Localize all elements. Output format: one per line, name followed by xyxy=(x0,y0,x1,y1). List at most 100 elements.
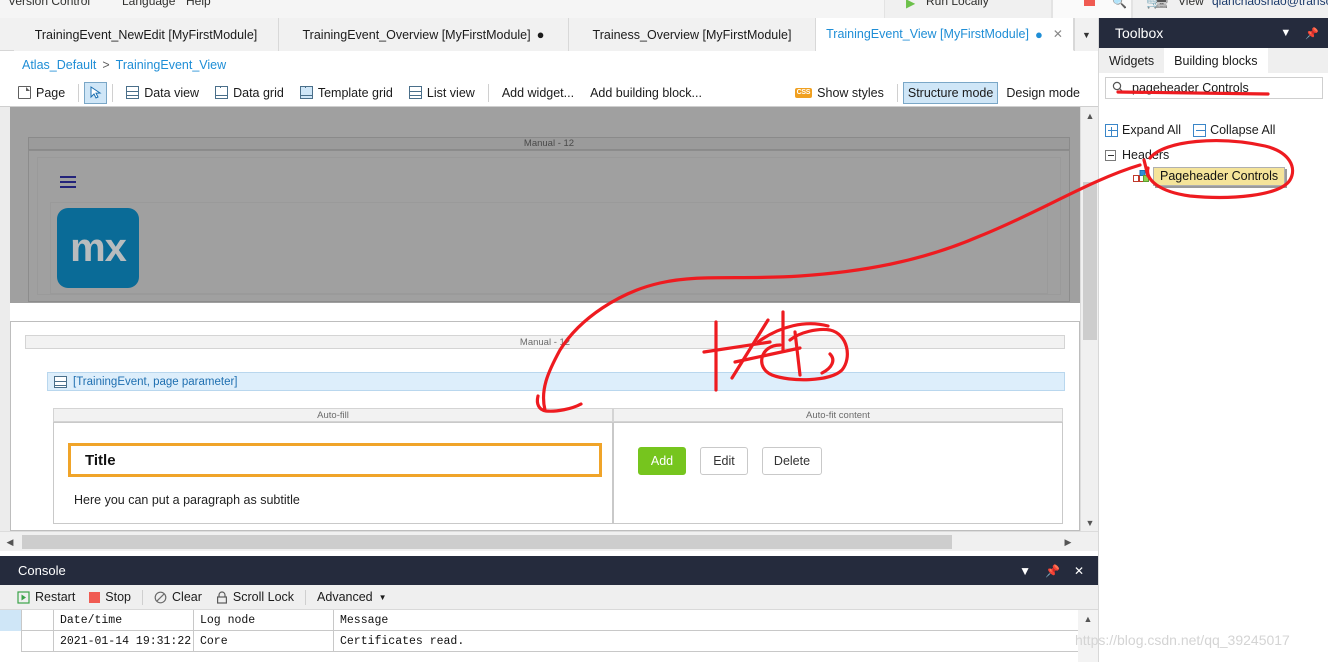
watermark: https://blog.csdn.net/qq_39245017 xyxy=(1075,632,1290,648)
collapse-toggle-icon[interactable] xyxy=(1105,150,1116,161)
canvas-vertical-scrollbar[interactable]: ▲ ▼ xyxy=(1080,107,1098,531)
add-button-label: Add xyxy=(651,454,673,468)
tab-label: TrainingEvent_NewEdit [MyFirstModule] xyxy=(35,28,258,42)
templategrid-icon xyxy=(300,86,313,99)
table-header-datetime: Date/time xyxy=(54,610,194,631)
search-input[interactable] xyxy=(1130,80,1310,96)
menu-version-control[interactable]: Version Control xyxy=(8,0,90,8)
structure-mode-button[interactable]: Structure mode xyxy=(903,82,998,104)
header-inner-container[interactable]: mx xyxy=(37,157,1061,295)
dataview-icon xyxy=(126,86,139,99)
page-button[interactable]: Page xyxy=(10,82,73,104)
pointer-tool-button[interactable] xyxy=(84,82,107,104)
close-icon[interactable]: ✕ xyxy=(1053,27,1063,41)
caret-down-icon: ▼ xyxy=(379,593,387,602)
subtitle-widget[interactable]: Here you can put a paragraph as subtitle xyxy=(74,493,300,507)
column-header-right-label: Auto-fit content xyxy=(806,410,870,421)
table-header-select xyxy=(0,610,22,631)
header-container[interactable]: mx xyxy=(28,150,1070,302)
tab-trainingevent-view[interactable]: TrainingEvent_View [MyFirstModule] ● ✕ xyxy=(816,18,1074,51)
row-select[interactable] xyxy=(0,631,22,652)
collapse-all-icon[interactable] xyxy=(1193,124,1206,137)
add-building-block-button[interactable]: Add building block... xyxy=(582,82,710,104)
scroll-up-icon[interactable]: ▲ xyxy=(1078,610,1098,627)
title-widget[interactable]: Title xyxy=(68,443,602,477)
console-log-table[interactable]: Date/time Log node Message 2021-01-14 19… xyxy=(0,610,1098,662)
row-message: Certificates read. xyxy=(334,631,1044,652)
stop-icon xyxy=(1084,0,1095,6)
logo-container[interactable]: mx xyxy=(50,202,1048,294)
page-canvas[interactable]: Manual - 12 mx Manual - 12 xyxy=(0,107,1080,531)
edit-button[interactable]: Edit xyxy=(700,447,748,475)
expand-all-label[interactable]: Expand All xyxy=(1122,123,1181,137)
search-icon[interactable]: 🔍 xyxy=(1112,0,1127,9)
pin-icon[interactable]: 📌 xyxy=(1305,27,1319,40)
tab-overflow-button[interactable]: ▼ xyxy=(1074,18,1098,51)
left-column-cell[interactable]: Title Here you can put a paragraph as su… xyxy=(53,422,613,524)
table-row[interactable]: 2021-01-14 19:31:22... Core Certificates… xyxy=(0,631,1098,652)
cart-icon[interactable]: 🛒 xyxy=(1146,0,1161,9)
tab-building-blocks[interactable]: Building blocks xyxy=(1164,48,1267,73)
main-menu-bar[interactable]: Version Control Language Help ▶ Run Loca… xyxy=(0,0,1328,18)
horizontal-scroll-thumb[interactable] xyxy=(22,535,952,549)
collapse-all-label[interactable]: Collapse All xyxy=(1210,123,1275,137)
tab-trainingevent-overview[interactable]: TrainingEvent_Overview [MyFirstModule] ● xyxy=(279,18,569,51)
toolbox-search-box[interactable] xyxy=(1105,77,1323,99)
add-button[interactable]: Add xyxy=(638,447,686,475)
right-column-cell[interactable]: Add Edit Delete xyxy=(613,422,1063,524)
layout-grid-label-text: Manual - 12 xyxy=(520,337,570,348)
divider xyxy=(305,590,306,605)
design-mode-button[interactable]: Design mode xyxy=(998,82,1088,104)
advanced-label: Advanced xyxy=(317,590,373,604)
tab-widgets-label: Widgets xyxy=(1109,54,1154,68)
divider xyxy=(78,84,79,102)
add-widget-button[interactable]: Add widget... xyxy=(494,82,582,104)
tree-item-pageheader-controls[interactable]: Pageheader Controls xyxy=(1133,167,1285,186)
breadcrumb-root[interactable]: Atlas_Default xyxy=(22,58,96,72)
divider xyxy=(897,84,898,102)
pin-icon[interactable]: 📌 xyxy=(1045,564,1060,578)
stop-button[interactable]: Stop xyxy=(82,590,138,604)
scroll-lock-button[interactable]: Scroll Lock xyxy=(209,590,301,604)
hamburger-icon[interactable] xyxy=(60,176,76,188)
mx-logo-text: mx xyxy=(70,226,126,271)
data-view-button[interactable]: Data view xyxy=(118,82,207,104)
account-label[interactable]: qianchaoshao@transcmicro xyxy=(1212,0,1328,8)
tab-trainess-overview[interactable]: Trainess_Overview [MyFirstModule] xyxy=(569,18,816,51)
toolbox-tabs: Widgets Building blocks xyxy=(1099,48,1328,73)
page-content-region[interactable]: Manual - 12 [TrainingEvent, page paramet… xyxy=(10,321,1080,531)
page-icon xyxy=(18,86,31,99)
scroll-down-icon[interactable]: ▼ xyxy=(1081,514,1099,531)
scroll-right-icon[interactable]: ▶ xyxy=(1058,532,1078,552)
css-icon: CSS xyxy=(795,88,813,98)
layout-grid-label-content: Manual - 12 xyxy=(25,335,1065,349)
show-styles-button[interactable]: CSS Show styles xyxy=(787,82,892,104)
menu-language[interactable]: Language xyxy=(122,0,175,8)
chevron-down-icon[interactable]: ▼ xyxy=(1280,27,1291,40)
restart-button[interactable]: Restart xyxy=(10,590,82,604)
list-view-button[interactable]: List view xyxy=(401,82,483,104)
tab-widgets[interactable]: Widgets xyxy=(1099,48,1164,73)
delete-button[interactable]: Delete xyxy=(762,447,822,475)
page-parameter-row[interactable]: [TrainingEvent, page parameter] xyxy=(47,372,1065,391)
clear-button[interactable]: Clear xyxy=(147,590,209,604)
canvas-horizontal-scrollbar[interactable]: ◀ ▶ xyxy=(0,531,1098,551)
page-header-region[interactable]: Manual - 12 mx xyxy=(10,107,1080,303)
tree-group-headers[interactable]: Headers xyxy=(1105,148,1169,162)
menu-help[interactable]: Help xyxy=(186,0,211,8)
layout-grid-label-text: Manual - 12 xyxy=(524,138,574,149)
search-icon xyxy=(1112,81,1124,96)
expand-all-icon[interactable] xyxy=(1105,124,1118,137)
breadcrumb-current[interactable]: TrainingEvent_View xyxy=(116,58,226,72)
tab-trainingevent-newedit[interactable]: TrainingEvent_NewEdit [MyFirstModule] xyxy=(14,18,279,51)
scroll-up-icon[interactable]: ▲ xyxy=(1081,107,1099,124)
template-grid-button[interactable]: Template grid xyxy=(292,82,401,104)
data-grid-button[interactable]: Data grid xyxy=(207,82,292,104)
column-header-left: Auto-fill xyxy=(53,408,613,422)
close-icon[interactable]: ✕ xyxy=(1074,564,1084,578)
chevron-down-icon[interactable]: ▼ xyxy=(1019,564,1031,578)
lock-icon xyxy=(216,591,228,604)
scroll-left-icon[interactable]: ◀ xyxy=(0,532,20,552)
vertical-scroll-thumb[interactable] xyxy=(1083,182,1097,340)
advanced-button[interactable]: Advanced ▼ xyxy=(310,590,394,604)
